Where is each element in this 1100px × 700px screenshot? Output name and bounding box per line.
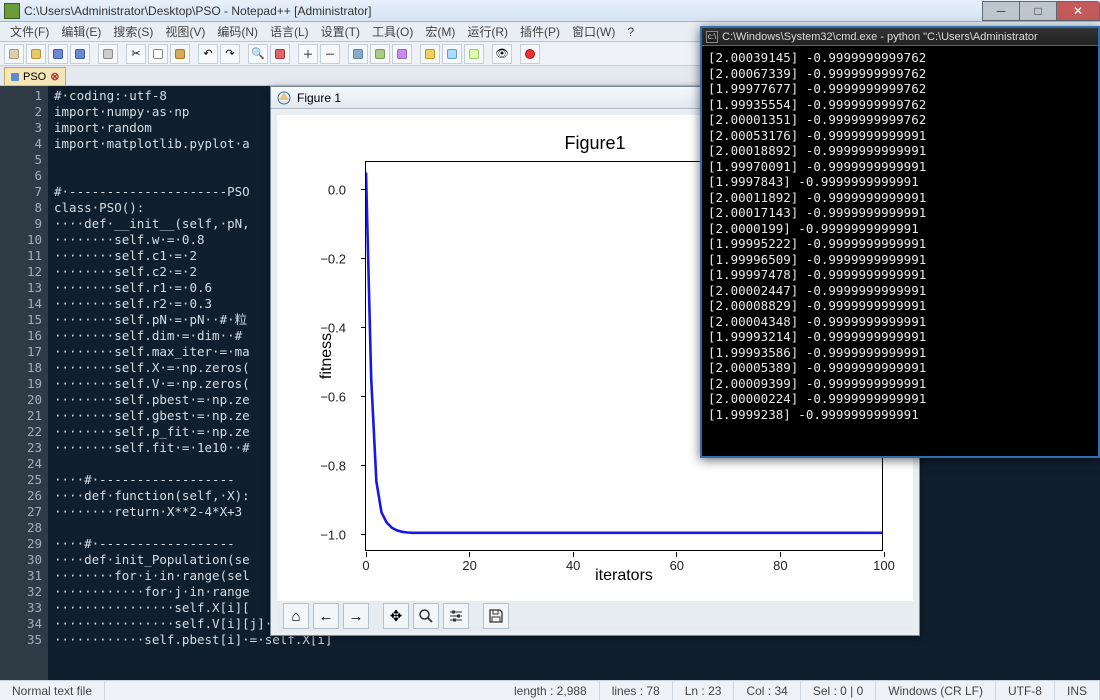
menu-plugins[interactable]: 插件(P) — [516, 22, 564, 41]
tab-label: PSO — [23, 71, 46, 83]
y-tick-label: −1.0 — [286, 527, 356, 542]
configure-icon[interactable] — [443, 603, 469, 629]
wordwrap-icon[interactable] — [348, 44, 368, 64]
showall-icon[interactable] — [370, 44, 390, 64]
y-tick-label: 0.0 — [286, 182, 356, 197]
menu-language[interactable]: 语言(L) — [266, 22, 313, 41]
status-length: length : 2,988 — [502, 681, 600, 700]
statusbar: Normal text file length : 2,988 lines : … — [0, 680, 1100, 700]
docmap-icon[interactable] — [442, 44, 462, 64]
funclist-icon[interactable] — [464, 44, 484, 64]
zoom-in-icon[interactable]: ＋ — [298, 44, 318, 64]
tab-close-icon[interactable]: ⊗ — [50, 70, 59, 83]
menu-encoding[interactable]: 编码(N) — [213, 22, 262, 41]
save-all-icon[interactable] — [70, 44, 90, 64]
status-col: Col : 34 — [734, 681, 800, 700]
replace-icon[interactable] — [270, 44, 290, 64]
npp-app-icon — [4, 3, 20, 19]
y-tick-label: −0.6 — [286, 389, 356, 404]
x-axis-label: iterators — [365, 567, 883, 585]
menu-settings[interactable]: 设置(T) — [317, 22, 364, 41]
record-icon[interactable] — [520, 44, 540, 64]
y-tick-label: −0.2 — [286, 251, 356, 266]
save-figure-icon[interactable] — [483, 603, 509, 629]
editor-tab[interactable]: PSO ⊗ — [4, 67, 66, 85]
status-sel: Sel : 0 | 0 — [801, 681, 876, 700]
cmd-title: C:\Windows\System32\cmd.exe - python "C:… — [722, 31, 1038, 43]
save-icon[interactable] — [48, 44, 68, 64]
close-button[interactable]: ✕ — [1056, 1, 1100, 21]
cmd-window[interactable]: c:\ C:\Windows\System32\cmd.exe - python… — [700, 26, 1100, 458]
npp-titlebar[interactable]: C:\Users\Administrator\Desktop\PSO - Not… — [0, 0, 1100, 22]
cmd-titlebar[interactable]: c:\ C:\Windows\System32\cmd.exe - python… — [702, 28, 1098, 46]
zoom-icon[interactable] — [413, 603, 439, 629]
forward-icon[interactable]: → — [343, 603, 369, 629]
zoom-out-icon[interactable]: － — [320, 44, 340, 64]
minimize-button[interactable]: ─ — [982, 1, 1020, 21]
monitor-icon[interactable]: 👁 — [492, 44, 512, 64]
menu-run[interactable]: 运行(R) — [463, 22, 512, 41]
line-number-gutter: 1234567891011121314151617181920212223242… — [0, 86, 48, 680]
y-tick-label: −0.8 — [286, 458, 356, 473]
menu-help[interactable]: ? — [623, 24, 638, 40]
menu-search[interactable]: 搜索(S) — [109, 22, 157, 41]
cut-icon[interactable]: ✂ — [126, 44, 146, 64]
status-ln: Ln : 23 — [673, 681, 735, 700]
redo-icon[interactable]: ↷ — [220, 44, 240, 64]
maximize-button[interactable]: □ — [1019, 1, 1057, 21]
status-mode: Normal text file — [0, 681, 105, 700]
npp-title: C:\Users\Administrator\Desktop\PSO - Not… — [24, 4, 983, 18]
menu-tools[interactable]: 工具(O) — [368, 22, 417, 41]
paste-icon[interactable] — [170, 44, 190, 64]
pan-icon[interactable]: ✥ — [383, 603, 409, 629]
menu-window[interactable]: 窗口(W) — [568, 22, 619, 41]
back-icon[interactable]: ← — [313, 603, 339, 629]
y-tick-label: −0.4 — [286, 320, 356, 335]
status-eol: Windows (CR LF) — [876, 681, 996, 700]
menu-edit[interactable]: 编辑(E) — [57, 22, 105, 41]
find-icon[interactable]: 🔍 — [248, 44, 268, 64]
folder-icon[interactable] — [420, 44, 440, 64]
menu-macro[interactable]: 宏(M) — [421, 22, 459, 41]
y-axis-label: fitness — [317, 161, 337, 551]
new-file-icon[interactable] — [4, 44, 24, 64]
copy-icon[interactable] — [148, 44, 168, 64]
menu-file[interactable]: 文件(F) — [6, 22, 53, 41]
indent-guide-icon[interactable] — [392, 44, 412, 64]
print-icon[interactable] — [98, 44, 118, 64]
open-file-icon[interactable] — [26, 44, 46, 64]
status-ins: INS — [1055, 681, 1100, 700]
menu-view[interactable]: 视图(V) — [161, 22, 209, 41]
figure-window-title: Figure 1 — [297, 91, 341, 105]
status-enc: UTF-8 — [996, 681, 1055, 700]
save-indicator-icon — [11, 73, 19, 81]
undo-icon[interactable]: ↶ — [198, 44, 218, 64]
figure-toolbar: ⌂ ← → ✥ — [277, 601, 913, 631]
home-icon[interactable]: ⌂ — [283, 603, 309, 629]
status-lines: lines : 78 — [600, 681, 673, 700]
cmd-output[interactable]: [2.00039145] -0.9999999999762 [2.0006733… — [702, 46, 1098, 426]
cmd-icon: c:\ — [706, 31, 718, 43]
matplotlib-icon — [277, 91, 291, 105]
